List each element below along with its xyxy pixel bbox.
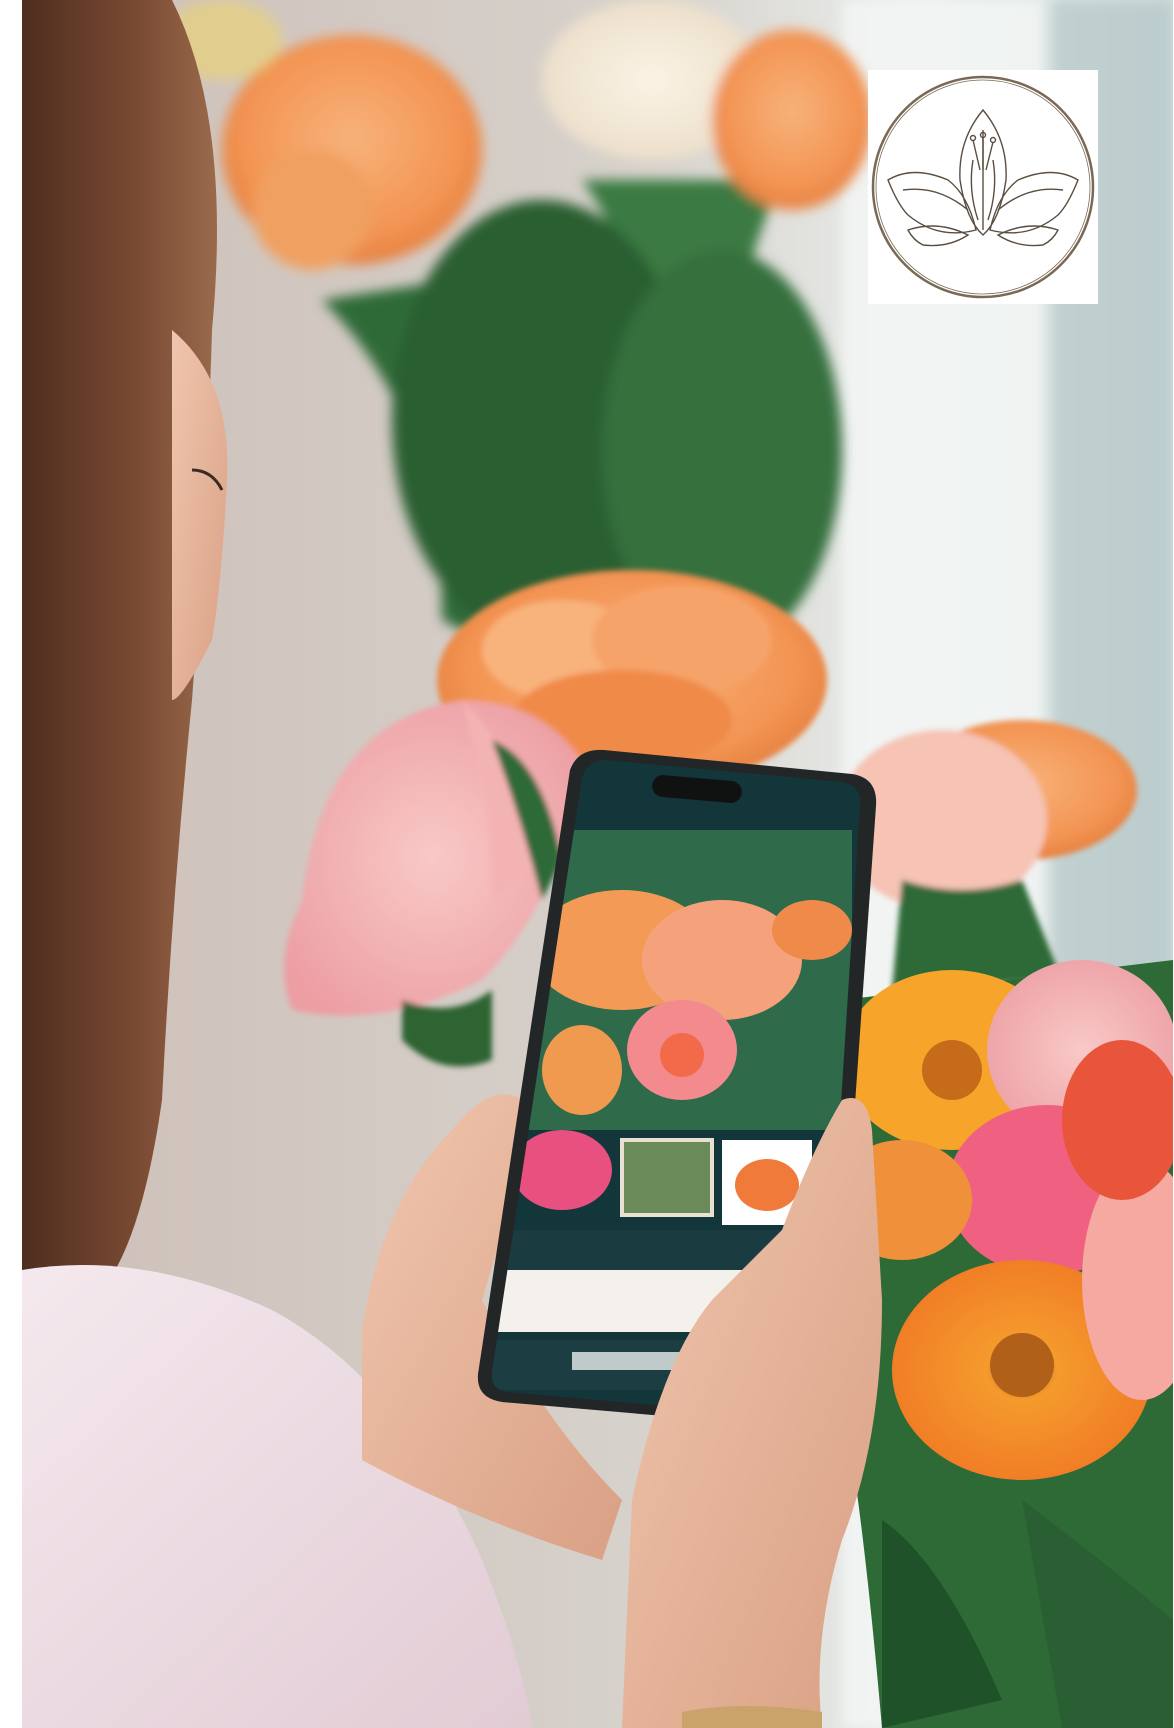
lily-flower-icon	[871, 75, 1095, 299]
photo-scene	[22, 0, 1173, 1728]
left-white-margin	[0, 0, 22, 1728]
bracelet	[682, 1706, 822, 1728]
right-bouquet	[832, 960, 1173, 1728]
logo-badge	[868, 70, 1098, 304]
